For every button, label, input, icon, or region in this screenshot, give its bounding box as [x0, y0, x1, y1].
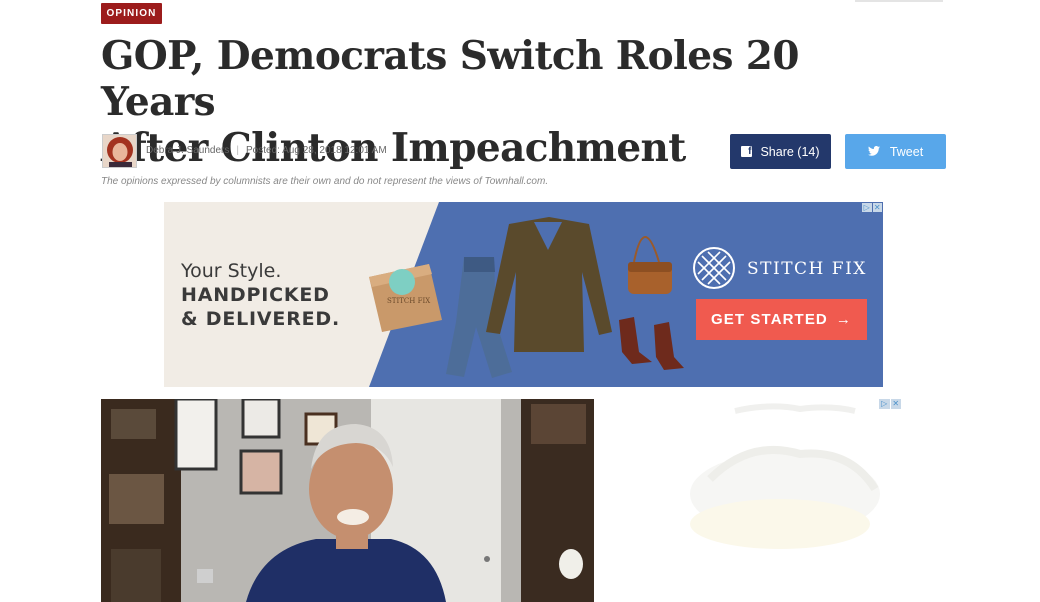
- posted-date: Posted: Aug 28, 2018 12:01 AM: [246, 145, 387, 156]
- twitter-tweet-button[interactable]: Tweet: [845, 134, 946, 169]
- facebook-share-label: Share (14): [760, 144, 820, 159]
- opinion-disclaimer: The opinions expressed by columnists are…: [101, 176, 549, 187]
- ad-box-label: STITCH FIX: [387, 297, 431, 305]
- section-badge[interactable]: OPINION: [101, 3, 162, 24]
- ad-tagline-3: & DELIVERED.: [181, 308, 340, 330]
- stitch-fix-banner-ad[interactable]: Your Style. HANDPICKED & DELIVERED. STIT…: [164, 202, 883, 387]
- facebook-share-button[interactable]: f Share (14): [730, 134, 831, 169]
- author-name[interactable]: Debra J. Saunders: [146, 145, 229, 156]
- side-ad-close-icon[interactable]: ✕: [890, 399, 901, 409]
- tweet-label: Tweet: [889, 144, 924, 159]
- byline: Debra J. Saunders | Posted: Aug 28, 2018…: [146, 145, 387, 156]
- headline-line-1: GOP, Democrats Switch Roles 20 Years: [101, 33, 799, 125]
- ad-tagline-1: Your Style.: [181, 260, 282, 282]
- ad-info-icon[interactable]: ▷: [862, 203, 872, 212]
- sandal-ad-image: [680, 399, 901, 579]
- ad-choices-icon[interactable]: ▷ ✕: [862, 203, 882, 212]
- ad-tagline-2: HANDPICKED: [181, 284, 330, 306]
- side-ad-choices-icon[interactable]: ▷ ✕: [879, 399, 901, 409]
- office-portrait-image: [101, 399, 594, 602]
- author-avatar[interactable]: [102, 134, 137, 168]
- facebook-icon: f: [741, 146, 753, 157]
- ad-brand-name: STITCH FIX: [747, 259, 867, 279]
- get-started-label: GET STARTED: [711, 311, 828, 328]
- arrow-right-icon: →: [835, 311, 852, 328]
- sidebar-ad[interactable]: ▷ ✕: [680, 399, 901, 579]
- side-ad-info-icon[interactable]: ▷: [879, 399, 890, 409]
- byline-separator: |: [236, 145, 239, 156]
- twitter-icon: [867, 145, 880, 159]
- ad-close-icon[interactable]: ✕: [872, 203, 882, 212]
- article-photo[interactable]: [101, 399, 594, 602]
- get-started-button[interactable]: GET STARTED →: [696, 299, 867, 340]
- top-divider: [855, 0, 943, 2]
